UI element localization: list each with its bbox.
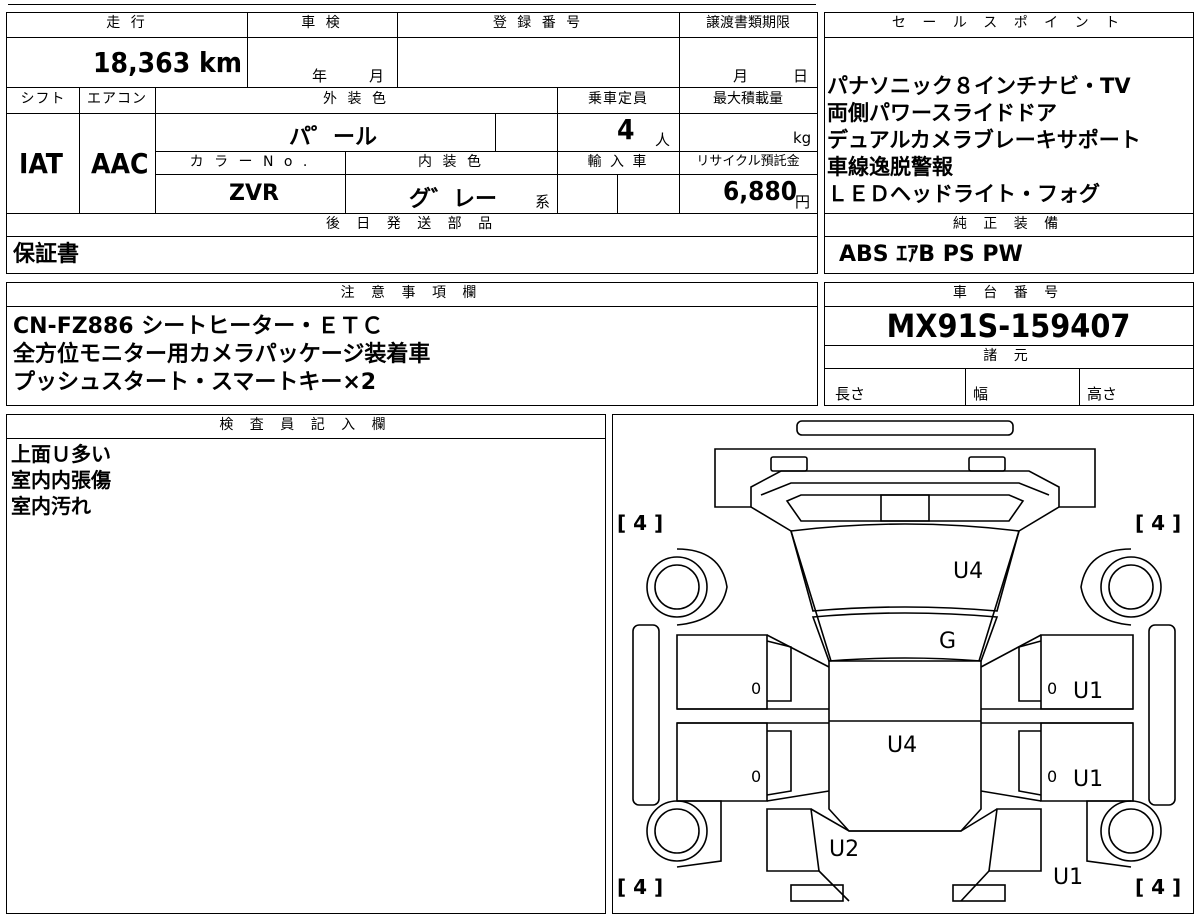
tire-mark-front-left: [ 4 ] bbox=[617, 511, 664, 535]
interior-suffix: 系 bbox=[535, 193, 551, 211]
color-no-value: ZVR bbox=[229, 181, 279, 206]
genuine-equipment-value: ABS ｴｱB PS PW bbox=[839, 242, 1023, 267]
color-no-label: カ ラ ー N o . bbox=[189, 154, 311, 170]
zero-mark-left-rear: 0 bbox=[751, 767, 762, 786]
sales-points-label: セ ー ル ス ポ イ ン ト bbox=[891, 15, 1126, 31]
transfer-deadline-label: 譲渡書類期限 bbox=[706, 15, 790, 31]
vehicle-info-table: 走 行 車 検 登 録 番 号 譲渡書類期限 18,363 km 年 月 月 日… bbox=[6, 12, 818, 274]
chassis-label: 車 台 番 号 bbox=[952, 285, 1065, 301]
note-line-1: CN-FZ886 シートヒーター・ＥＴＣ bbox=[13, 314, 384, 339]
car-diagram bbox=[632, 420, 1176, 902]
exterior-color-value: パ゜ール bbox=[289, 125, 378, 150]
mark-right-rear: U1 bbox=[1053, 865, 1084, 890]
sales-point-5: ＬＥＤヘッドライト・フォグ bbox=[827, 182, 1100, 206]
recycle-unit: 円 bbox=[795, 193, 811, 211]
transfer-month: 月 bbox=[733, 67, 749, 85]
capacity-label: 乗車定員 bbox=[588, 91, 648, 107]
notes-label: 注 意 事 項 欄 bbox=[340, 285, 483, 301]
later-parts-label: 後 日 発 送 部 品 bbox=[325, 216, 499, 232]
mark-rear: U2 bbox=[829, 837, 860, 862]
car-diagram-box: [ 4 ] [ 4 ] [ 4 ] [ 4 ] U4 G U4 U2 U1 U1… bbox=[612, 414, 1194, 914]
recycle-label: リサイクル預託金 bbox=[696, 154, 800, 169]
inspector-box: 検 査 員 記 入 欄 上面Ｕ多い 室内内張傷 室内汚れ bbox=[6, 414, 606, 914]
sales-points-box: セ ー ル ス ポ イ ン ト パナソニック８インチナビ・TV 両側パワースライ… bbox=[824, 12, 1194, 274]
sales-point-1: パナソニック８インチナビ・TV bbox=[827, 74, 1131, 98]
sales-point-3: デュアルカメラブレーキサポート bbox=[827, 128, 1141, 152]
height-label: 高さ bbox=[1087, 385, 1118, 403]
shift-label: シフト bbox=[20, 91, 66, 107]
mark-roof: U4 bbox=[887, 733, 918, 758]
zero-mark-left-front: 0 bbox=[751, 679, 762, 698]
note-line-3: プッシュスタート・スマートキー×2 bbox=[13, 370, 377, 395]
exterior-color-label: 外 装 色 bbox=[323, 91, 389, 107]
mark-right-rear-door: U1 bbox=[1073, 767, 1104, 792]
later-parts-value: 保証書 bbox=[13, 242, 80, 267]
inspection-month: 月 bbox=[369, 67, 385, 85]
inspector-label: 検 査 員 記 入 欄 bbox=[219, 417, 392, 433]
capacity-value: 4 bbox=[617, 113, 635, 146]
zero-mark-right-rear: 0 bbox=[1047, 767, 1058, 786]
inspector-line-2: 室内内張傷 bbox=[11, 468, 111, 492]
shift-value: IAT bbox=[19, 147, 63, 180]
interior-color-value: グ゛レー bbox=[409, 187, 498, 212]
note-line-2: 全方位モニター用カメラパッケージ装着車 bbox=[13, 342, 431, 367]
import-label: 輸 入 車 bbox=[587, 154, 649, 170]
mileage-label: 走 行 bbox=[106, 15, 148, 31]
inspection-year: 年 bbox=[312, 67, 328, 85]
registration-label: 登 録 番 号 bbox=[492, 15, 584, 31]
load-unit: kg bbox=[793, 129, 812, 147]
recycle-value: 6,880 bbox=[723, 177, 797, 207]
mark-hood: U4 bbox=[953, 559, 984, 584]
tire-mark-rear-right: [ 4 ] bbox=[1135, 875, 1182, 899]
inspector-line-3: 室内汚れ bbox=[11, 494, 91, 518]
aircon-label: エアコン bbox=[87, 91, 147, 107]
sales-point-2: 両側パワースライドドア bbox=[827, 101, 1057, 125]
max-load-label: 最大積載量 bbox=[713, 91, 783, 107]
aircon-value: AAC bbox=[91, 147, 149, 180]
inspector-line-1: 上面Ｕ多い bbox=[11, 442, 111, 466]
zero-mark-right-front: 0 bbox=[1047, 679, 1058, 698]
mark-right-front-door: U1 bbox=[1073, 679, 1104, 704]
width-label: 幅 bbox=[973, 385, 989, 403]
notes-box: 注 意 事 項 欄 CN-FZ886 シートヒーター・ＥＴＣ 全方位モニター用カ… bbox=[6, 282, 818, 406]
top-stub-line bbox=[8, 4, 816, 5]
mileage-value: 18,363 km bbox=[93, 46, 242, 79]
capacity-unit: 人 bbox=[655, 131, 671, 149]
chassis-box: 車 台 番 号 MX91S-159407 諸 元 長さ 幅 高さ bbox=[824, 282, 1194, 406]
chassis-number: MX91S-159407 bbox=[886, 307, 1131, 345]
interior-color-label: 内 装 色 bbox=[418, 154, 484, 170]
inspection-label: 車 検 bbox=[301, 15, 343, 31]
length-label: 長さ bbox=[835, 385, 866, 403]
transfer-day: 日 bbox=[793, 67, 809, 85]
spec-label: 諸 元 bbox=[983, 348, 1034, 364]
tire-mark-front-right: [ 4 ] bbox=[1135, 511, 1182, 535]
mark-windshield: G bbox=[939, 629, 957, 654]
sales-point-4: 車線逸脱警報 bbox=[827, 155, 953, 179]
genuine-equipment-label: 純 正 装 備 bbox=[952, 216, 1065, 232]
tire-mark-rear-left: [ 4 ] bbox=[617, 875, 664, 899]
